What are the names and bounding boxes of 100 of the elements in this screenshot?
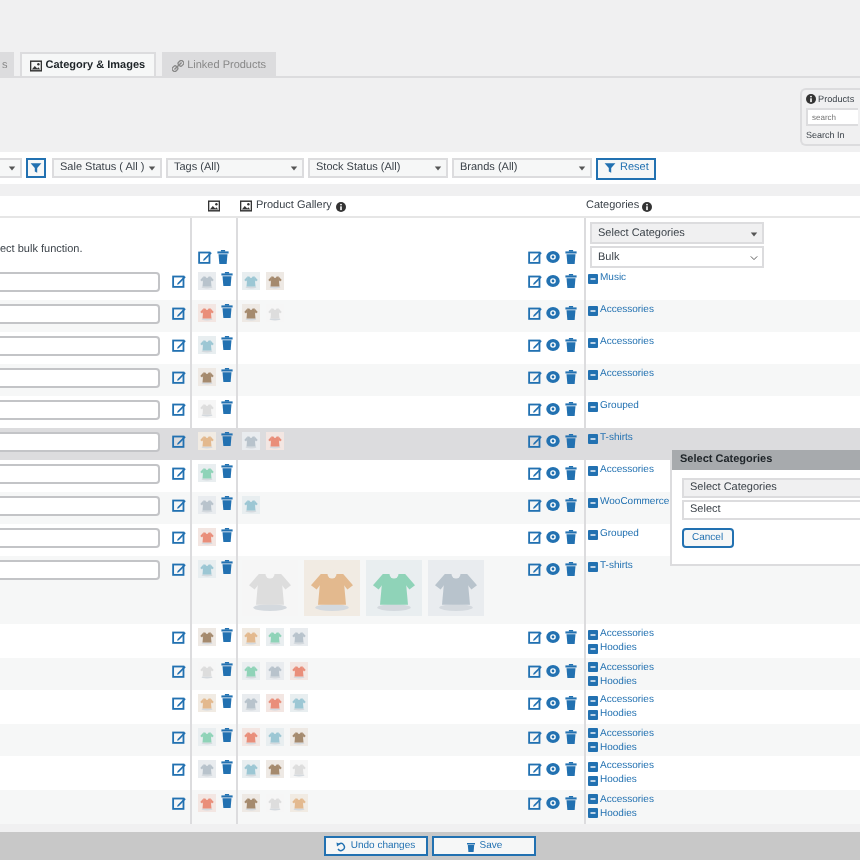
trash-icon[interactable]: [220, 694, 234, 709]
edit-icon[interactable]: [528, 338, 542, 352]
edit-icon[interactable]: [172, 338, 186, 352]
eye-icon[interactable]: [546, 762, 560, 777]
edit-icon[interactable]: [172, 498, 186, 512]
trash-icon[interactable]: [220, 628, 234, 642]
edit-icon[interactable]: [528, 530, 542, 544]
edit-icon[interactable]: [528, 630, 542, 644]
trash-icon[interactable]: [564, 370, 578, 384]
trash-icon[interactable]: [220, 464, 234, 478]
edit-icon[interactable]: [172, 434, 186, 448]
edit-icon[interactable]: [528, 306, 542, 320]
trash-icon[interactable]: [564, 795, 578, 810]
trash-icon[interactable]: [220, 368, 234, 382]
eye-icon[interactable]: [546, 434, 560, 448]
trash-icon[interactable]: [564, 729, 578, 744]
edit-icon[interactable]: [172, 402, 186, 416]
trash-icon[interactable]: [564, 250, 578, 264]
trash-icon[interactable]: [220, 496, 234, 510]
trash-icon[interactable]: [220, 336, 234, 350]
dropdown[interactable]: [0, 158, 22, 178]
trash-icon[interactable]: [564, 696, 578, 711]
edit-icon[interactable]: [172, 729, 186, 744]
trash-icon[interactable]: [564, 562, 578, 576]
edit-icon[interactable]: [528, 434, 542, 448]
input-field[interactable]: [0, 496, 160, 516]
input-field[interactable]: [0, 528, 160, 548]
eye-icon[interactable]: [546, 370, 560, 384]
input-field[interactable]: [0, 432, 160, 452]
input-field[interactable]: [0, 304, 160, 324]
input-field[interactable]: [0, 560, 160, 580]
trash-icon[interactable]: [564, 530, 578, 544]
edit-icon[interactable]: [172, 762, 186, 777]
edit-icon[interactable]: [528, 370, 542, 384]
filter-icon: [604, 162, 616, 174]
square-icon: [588, 497, 598, 507]
edit-icon[interactable]: [528, 466, 542, 480]
trash-icon[interactable]: [564, 663, 578, 678]
edit-icon[interactable]: [528, 663, 542, 678]
trash-icon[interactable]: [564, 402, 578, 416]
eye-icon[interactable]: [546, 562, 560, 576]
eye-icon[interactable]: [546, 696, 560, 711]
trash-icon[interactable]: [216, 250, 230, 264]
eye-icon[interactable]: [546, 530, 560, 544]
edit-icon[interactable]: [172, 370, 186, 384]
filter-button[interactable]: [26, 158, 46, 178]
eye-icon[interactable]: [546, 498, 560, 512]
eye-icon[interactable]: [546, 306, 560, 320]
edit-icon[interactable]: [528, 250, 542, 264]
trash-icon[interactable]: [220, 304, 234, 318]
edit-icon[interactable]: [198, 250, 212, 264]
eye-icon[interactable]: [546, 630, 560, 644]
square-icon: [588, 775, 598, 786]
trash-icon[interactable]: [564, 630, 578, 644]
trash-icon[interactable]: [564, 498, 578, 512]
trash-icon[interactable]: [220, 793, 234, 808]
trash-icon[interactable]: [220, 272, 234, 286]
edit-icon[interactable]: [528, 498, 542, 512]
eye-icon[interactable]: [546, 338, 560, 352]
trash-icon[interactable]: [220, 661, 234, 676]
edit-icon[interactable]: [528, 762, 542, 777]
trash-icon[interactable]: [220, 528, 234, 542]
trash-icon[interactable]: [564, 338, 578, 352]
edit-icon[interactable]: [172, 466, 186, 480]
trash-icon[interactable]: [564, 762, 578, 777]
input-field[interactable]: [0, 368, 160, 388]
input-field[interactable]: [0, 400, 160, 420]
trash-icon[interactable]: [564, 306, 578, 320]
edit-icon[interactable]: [172, 274, 186, 288]
trash-icon[interactable]: [564, 274, 578, 288]
edit-icon[interactable]: [528, 729, 542, 744]
edit-icon[interactable]: [528, 402, 542, 416]
edit-icon[interactable]: [172, 795, 186, 810]
eye-icon[interactable]: [546, 466, 560, 480]
edit-icon[interactable]: [528, 795, 542, 810]
input-field[interactable]: [0, 464, 160, 484]
eye-icon[interactable]: [546, 795, 560, 810]
eye-icon[interactable]: [546, 729, 560, 744]
edit-icon[interactable]: [172, 696, 186, 711]
eye-icon[interactable]: [546, 274, 560, 288]
eye-icon[interactable]: [546, 250, 560, 264]
trash-icon[interactable]: [564, 434, 578, 448]
edit-icon[interactable]: [172, 630, 186, 644]
eye-icon[interactable]: [546, 663, 560, 678]
edit-icon[interactable]: [528, 562, 542, 576]
input-field[interactable]: [0, 336, 160, 356]
edit-icon[interactable]: [172, 530, 186, 544]
edit-icon[interactable]: [172, 663, 186, 678]
trash-icon[interactable]: [220, 560, 234, 574]
trash-icon[interactable]: [220, 432, 234, 446]
input-field[interactable]: [0, 272, 160, 292]
trash-icon[interactable]: [220, 400, 234, 414]
eye-icon[interactable]: [546, 402, 560, 416]
edit-icon[interactable]: [172, 306, 186, 320]
trash-icon[interactable]: [564, 466, 578, 480]
edit-icon[interactable]: [172, 562, 186, 576]
edit-icon[interactable]: [528, 696, 542, 711]
edit-icon[interactable]: [528, 274, 542, 288]
trash-icon[interactable]: [220, 727, 234, 742]
trash-icon[interactable]: [220, 760, 234, 775]
